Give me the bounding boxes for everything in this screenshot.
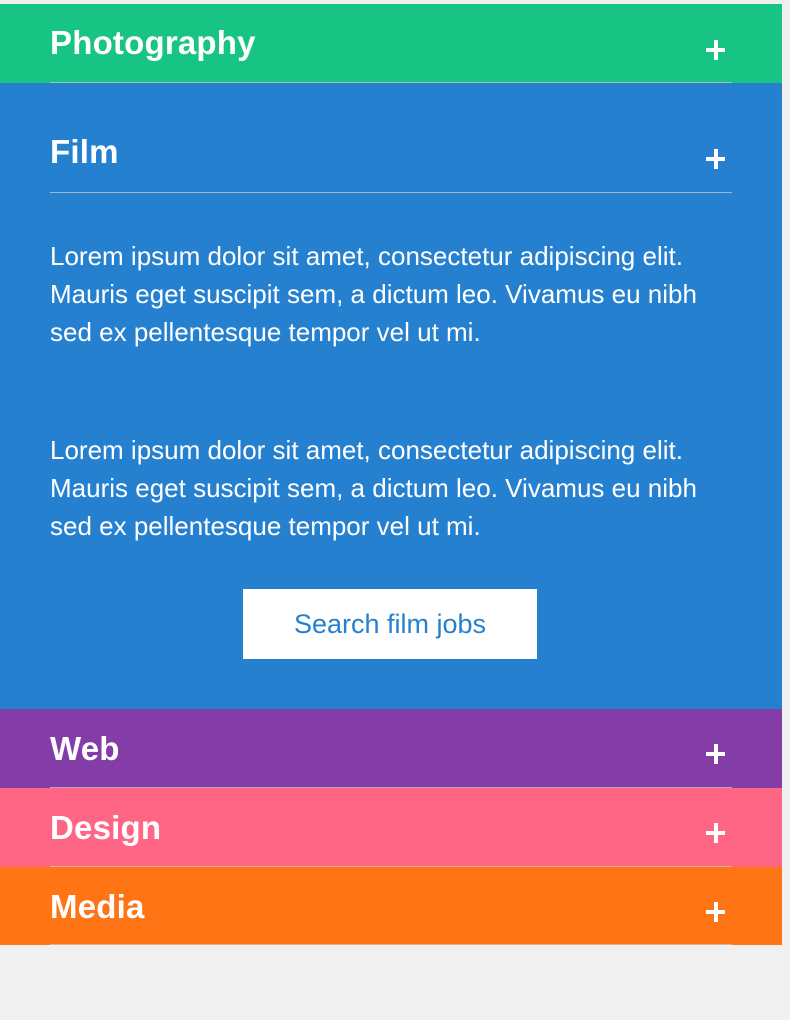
accordion-section-web: Web [0,709,782,788]
section-title: Web [50,730,120,767]
accordion-header-film[interactable]: Film [50,83,732,193]
accordion-header-photography[interactable]: Photography [50,4,732,83]
accordion: Photography Film Lorem ipsum dolor sit a… [0,4,782,945]
page-edge [782,0,790,1020]
panel-paragraph: Lorem ipsum dolor sit amet, consectetur … [50,241,697,347]
accordion-panel-film: Lorem ipsum dolor sit amet, consectetur … [50,193,732,659]
plus-icon [706,40,726,60]
accordion-section-film: Film Lorem ipsum dolor sit amet, consect… [0,83,782,709]
accordion-section-photography: Photography [0,4,782,83]
accordion-header-media[interactable]: Media [50,867,732,945]
accordion-section-design: Design [0,788,782,867]
search-film-jobs-button[interactable]: Search film jobs [243,589,537,659]
section-title: Photography [50,24,256,61]
button-container: Search film jobs [50,589,732,659]
section-title: Media [50,888,145,925]
plus-icon [706,744,726,764]
accordion-section-media: Media [0,867,782,945]
plus-icon [706,823,726,843]
panel-paragraph: Lorem ipsum dolor sit amet, consectetur … [50,435,697,541]
accordion-header-web[interactable]: Web [50,709,732,788]
section-title: Design [50,809,162,846]
accordion-header-design[interactable]: Design [50,788,732,867]
plus-icon [706,149,726,169]
plus-icon [706,902,726,922]
section-title: Film [50,133,119,170]
